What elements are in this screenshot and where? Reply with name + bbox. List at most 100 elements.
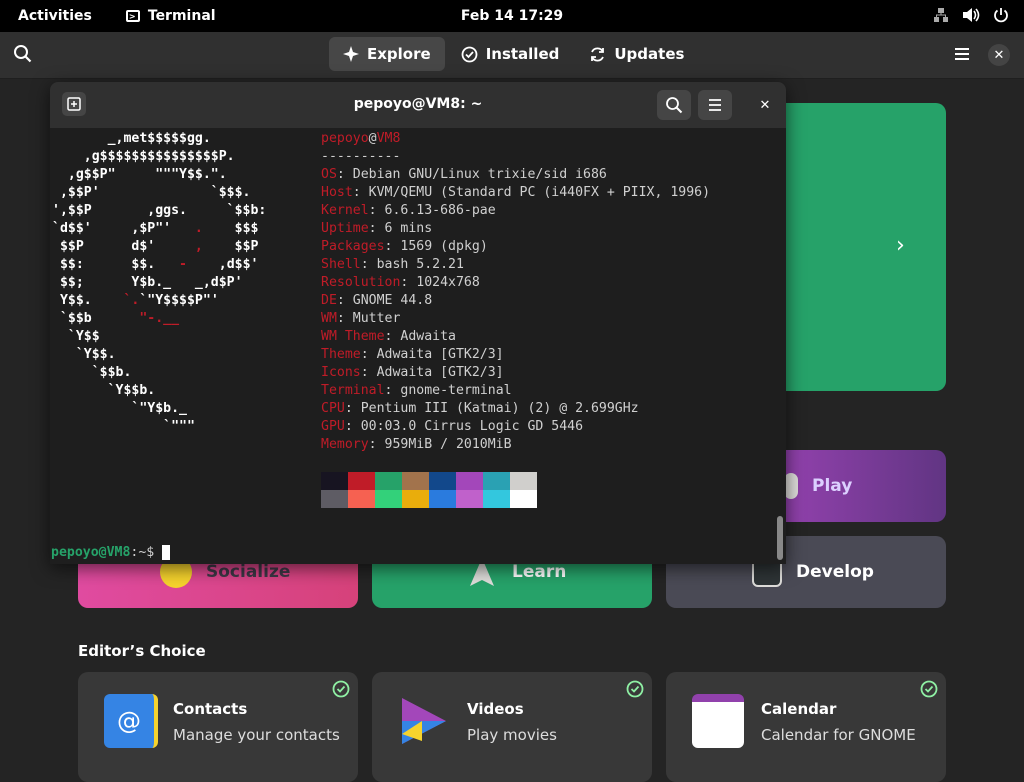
info-key: Icons <box>321 365 361 380</box>
info-value: Pentium III (Katmai) (2) @ 2.699GHz <box>360 401 639 416</box>
tab-label: Installed <box>485 45 560 63</box>
info-colon: : <box>336 167 353 182</box>
info-value: bash 5.2.21 <box>376 257 464 272</box>
app-card-videos[interactable]: Videos Play movies <box>372 672 652 782</box>
info-colon: : <box>344 419 361 434</box>
info-line: Memory: 959MiB / 2010MiB <box>321 436 710 454</box>
info-key: CPU <box>321 401 345 416</box>
info-value: 6.6.13-686-pae <box>384 203 496 218</box>
palette-swatch <box>375 472 402 490</box>
terminal-search-icon[interactable] <box>657 90 691 120</box>
palette-swatch <box>456 490 483 508</box>
app-card-contacts[interactable]: @ Contacts Manage your contacts <box>78 672 358 782</box>
info-line: GPU: 00:03.0 Cirrus Logic GD 5446 <box>321 418 710 436</box>
user-host-line: pepoyo@VM8 <box>321 131 401 146</box>
network-icon[interactable] <box>932 6 950 24</box>
prompt-user: pepoyo@VM8 <box>51 545 131 560</box>
info-colon: : <box>384 239 401 254</box>
info-key: DE <box>321 293 337 308</box>
info-line: Theme: Adwaita [GTK2/3] <box>321 346 710 364</box>
search-icon[interactable] <box>12 43 36 67</box>
hamburger-menu-icon[interactable] <box>952 44 974 66</box>
info-key: OS <box>321 167 337 182</box>
info-value: 959MiB / 2010MiB <box>384 437 512 452</box>
terminal-header-bar[interactable]: pepoyo@VM8: ~ ✕ <box>50 82 786 128</box>
app-subtitle: Manage your contacts <box>173 726 340 744</box>
info-key: WM Theme <box>321 329 385 344</box>
palette-swatch <box>510 490 537 508</box>
palette-swatch <box>321 472 348 490</box>
info-key: Kernel <box>321 203 369 218</box>
app-title: Videos <box>467 700 524 718</box>
videos-icon <box>398 694 448 748</box>
refresh-icon <box>591 47 605 61</box>
contacts-icon: @ <box>104 694 158 748</box>
info-value: Adwaita [GTK2/3] <box>376 365 504 380</box>
debian-ascii-logo: _,met$$$$$gg. ,g$$$$$$$$$$$$$$$P. ,g$$P"… <box>52 131 267 434</box>
close-icon[interactable]: ✕ <box>988 44 1010 66</box>
info-line: Icons: Adwaita [GTK2/3] <box>321 364 710 382</box>
host: VM8 <box>376 131 401 146</box>
category-play[interactable]: Play <box>784 450 946 522</box>
terminal-output[interactable]: _,met$$$$$gg. ,g$$$$$$$$$$$$$$$P. ,g$$P"… <box>50 128 786 564</box>
palette-swatch <box>483 490 510 508</box>
info-line: WM Theme: Adwaita <box>321 328 710 346</box>
app-menu[interactable]: >_ Terminal <box>125 8 216 24</box>
info-key: Host <box>321 185 353 200</box>
app-subtitle: Calendar for GNOME <box>761 726 916 744</box>
info-key: Theme <box>321 347 361 362</box>
chevron-right-icon[interactable]: › <box>896 233 905 258</box>
palette-swatch <box>321 490 348 508</box>
info-colon: : <box>368 203 385 218</box>
info-colon: : <box>384 383 401 398</box>
palette-swatch <box>402 472 429 490</box>
info-value: Adwaita <box>400 329 456 344</box>
tab-explore[interactable]: Explore <box>329 37 445 71</box>
info-key: Resolution <box>321 275 401 290</box>
palette-swatch <box>510 472 537 490</box>
palette-swatch <box>483 472 510 490</box>
installed-check-icon <box>920 680 938 698</box>
power-icon[interactable] <box>992 6 1010 24</box>
info-colon: : <box>368 221 385 236</box>
terminal-close-icon[interactable]: ✕ <box>754 94 776 116</box>
category-label: Develop <box>796 562 874 582</box>
prompt-rest: :~$ <box>130 545 163 560</box>
tab-installed[interactable]: Installed <box>447 37 574 71</box>
shell-prompt[interactable]: pepoyo@VM8:~$ <box>51 544 171 562</box>
installed-check-icon <box>626 680 644 698</box>
section-title: Editor’s Choice <box>78 642 206 660</box>
featured-banner[interactable]: › <box>786 103 946 391</box>
sparkle-icon <box>343 46 359 62</box>
category-label: Play <box>812 476 853 496</box>
info-line: Terminal: gnome-terminal <box>321 382 710 400</box>
app-card-calendar[interactable]: Calendar Calendar for GNOME <box>666 672 946 782</box>
info-line: Host: KVM/QEMU (Standard PC (i440FX + PI… <box>321 184 710 202</box>
neofetch-info: pepoyo@VM8 ---------- OS: Debian GNU/Lin… <box>321 130 710 454</box>
terminal-menu-icon[interactable] <box>698 90 732 120</box>
new-tab-icon[interactable] <box>62 92 86 116</box>
tab-label: Explore <box>367 45 431 63</box>
app-title: Contacts <box>173 700 248 718</box>
terminal-scrollbar[interactable] <box>777 516 783 560</box>
info-colon: : <box>368 437 385 452</box>
info-key: Shell <box>321 257 361 272</box>
info-key: WM <box>321 311 337 326</box>
info-value: KVM/QEMU (Standard PC (i440FX + PIIX, 19… <box>368 185 711 200</box>
info-value: Adwaita [GTK2/3] <box>376 347 504 362</box>
tab-updates[interactable]: Updates <box>575 37 698 71</box>
info-colon: : <box>360 347 377 362</box>
volume-icon[interactable] <box>962 6 980 24</box>
info-colon: : <box>360 365 377 380</box>
activities-button[interactable]: Activities <box>18 8 92 24</box>
view-switcher: Explore Installed Updates <box>329 37 698 71</box>
terminal-window[interactable]: pepoyo@VM8: ~ ✕ _,met$$$$$gg. ,g$$$$$$$$… <box>50 82 786 564</box>
system-tray[interactable] <box>932 6 1010 24</box>
terminal-icon: >_ <box>125 10 140 22</box>
user: pepoyo <box>321 131 369 146</box>
palette-swatch <box>348 472 375 490</box>
tab-label: Updates <box>614 45 685 63</box>
palette-swatch <box>456 472 483 490</box>
top-bar: Activities >_ Terminal Feb 14 17:29 <box>0 0 1024 32</box>
separator: ---------- <box>321 149 401 164</box>
